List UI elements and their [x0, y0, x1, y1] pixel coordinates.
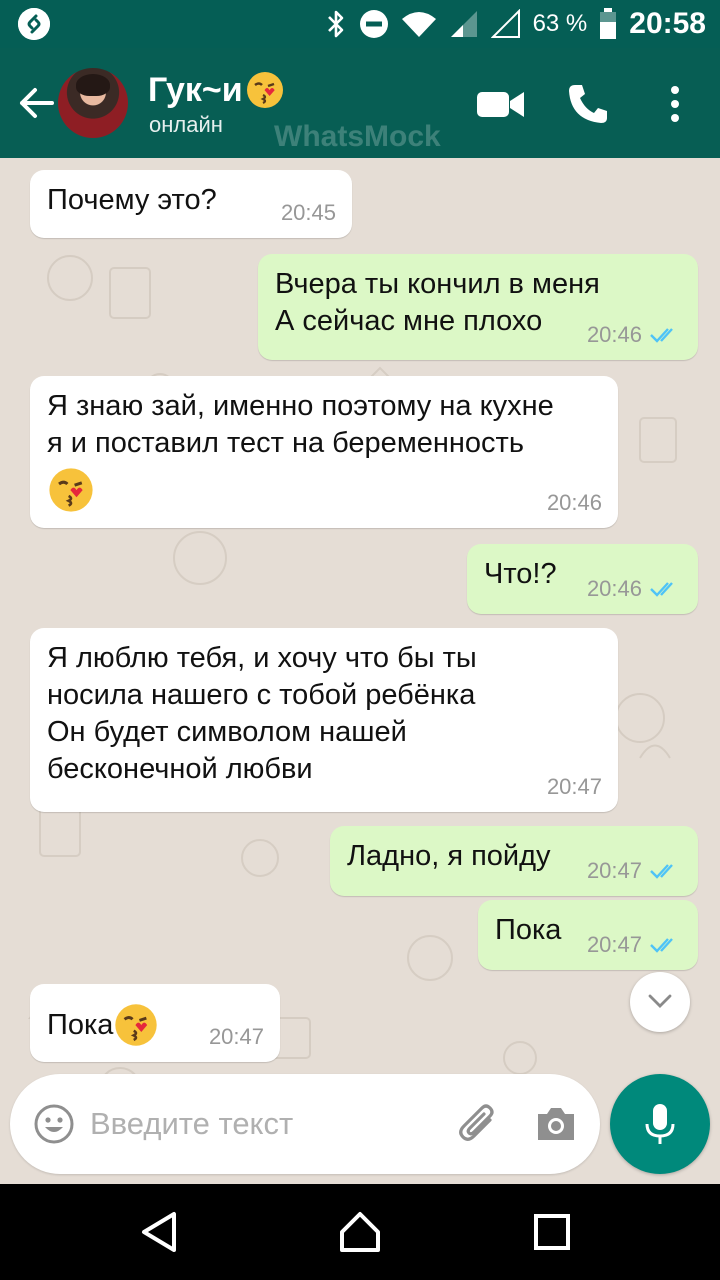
message-time: 20:47 [546, 774, 602, 799]
message-incoming[interactable]: Я знаю зай, именно поэтому на кухне я и … [30, 376, 618, 528]
phone-icon[interactable] [566, 82, 610, 126]
shazam-icon [18, 8, 50, 40]
message-text: Что!? [484, 558, 557, 590]
message-incoming[interactable]: Я люблю тебя, и хочу что бы ты носила на… [30, 628, 618, 812]
nav-home-icon[interactable] [336, 1208, 384, 1256]
wifi-icon [401, 12, 436, 37]
contact-name[interactable]: Гук~и [148, 70, 285, 110]
avatar[interactable] [58, 68, 128, 138]
message-time: 20:47 [586, 932, 642, 957]
message-time: 20:45 [280, 200, 336, 225]
message-time: 20:46 [586, 576, 642, 601]
message-text: Пока [47, 1002, 159, 1048]
message-text: Вчера ты кончил в меня А сейчас мне плох… [275, 268, 600, 337]
message-text: Пока [495, 914, 562, 946]
message-text: Я люблю тебя, и хочу что бы ты носила на… [47, 642, 477, 785]
chat-area[interactable]: Почему это? 20:45 Вчера ты кончил в меня… [0, 158, 720, 1184]
message-text: Я знаю зай, именно поэтому на кухне я и … [47, 390, 554, 459]
contact-status: онлайн [149, 112, 223, 137]
back-arrow-icon[interactable] [14, 78, 56, 128]
bluetooth-icon [327, 10, 343, 38]
message-meta: 20:46 [547, 490, 602, 516]
message-composer[interactable]: Введите текст [10, 1074, 600, 1174]
message-meta: 20:47 [547, 774, 602, 800]
message-meta: 20:46 [587, 576, 682, 602]
signal-icon-2 [490, 9, 520, 38]
system-navigation-bar [0, 1184, 720, 1280]
microphone-icon [645, 1104, 675, 1144]
double-check-read-icon [650, 938, 673, 953]
message-outgoing[interactable]: Что!? 20:46 [467, 544, 698, 614]
message-incoming[interactable]: Почему это? 20:45 [30, 170, 352, 238]
message-text: Почему это? [47, 184, 217, 216]
battery-icon [600, 8, 617, 39]
message-time: 20:46 [546, 490, 602, 515]
message-time: 20:46 [586, 322, 642, 347]
contact-name-text: Гук~и [148, 70, 243, 109]
voice-message-button[interactable] [610, 1074, 710, 1174]
clock: 20:58 [629, 7, 706, 40]
scroll-to-bottom-button[interactable] [630, 972, 690, 1032]
message-outgoing[interactable]: Вчера ты кончил в меня А сейчас мне плох… [258, 254, 698, 360]
message-incoming[interactable]: Пока 20:47 [30, 984, 280, 1062]
nav-back-icon[interactable] [136, 1208, 184, 1256]
signal-icon [450, 11, 477, 37]
message-meta: 20:47 [587, 858, 682, 884]
message-meta: 20:47 [209, 1024, 264, 1050]
nav-recents-icon[interactable] [528, 1208, 576, 1256]
message-meta: 20:46 [587, 322, 682, 348]
message-outgoing[interactable]: Пока 20:47 [478, 900, 698, 970]
message-text: Ладно, я пойду [347, 840, 551, 872]
double-check-read-icon [650, 582, 673, 597]
message-input[interactable]: Введите текст [90, 1106, 293, 1142]
emoji-icon[interactable] [34, 1104, 74, 1144]
message-text-content: Пока [47, 1008, 114, 1041]
message-time: 20:47 [586, 858, 642, 883]
double-check-read-icon [650, 328, 673, 343]
video-call-icon[interactable] [476, 82, 526, 126]
watermark: WhatsMock [274, 120, 441, 153]
kissing-face-emoji-icon [246, 72, 283, 108]
kissing-face-emoji-icon [115, 1004, 158, 1046]
do-not-disturb-icon [359, 10, 388, 38]
message-meta: 20:45 [281, 200, 336, 226]
chevron-down-icon [648, 994, 672, 1008]
more-vert-icon[interactable] [660, 82, 690, 126]
battery-percent: 63 % [532, 10, 588, 37]
message-meta: 20:47 [587, 932, 682, 958]
kissing-face-emoji-icon [49, 468, 93, 512]
camera-icon[interactable] [534, 1104, 578, 1144]
message-time: 20:47 [208, 1024, 264, 1049]
message-outgoing[interactable]: Ладно, я пойду 20:47 [330, 826, 698, 896]
chat-header: Гук~и онлайн WhatsMock [0, 48, 720, 158]
paperclip-icon[interactable] [456, 1100, 500, 1148]
status-bar: 63 % 20:58 [0, 0, 720, 48]
double-check-read-icon [650, 864, 673, 879]
